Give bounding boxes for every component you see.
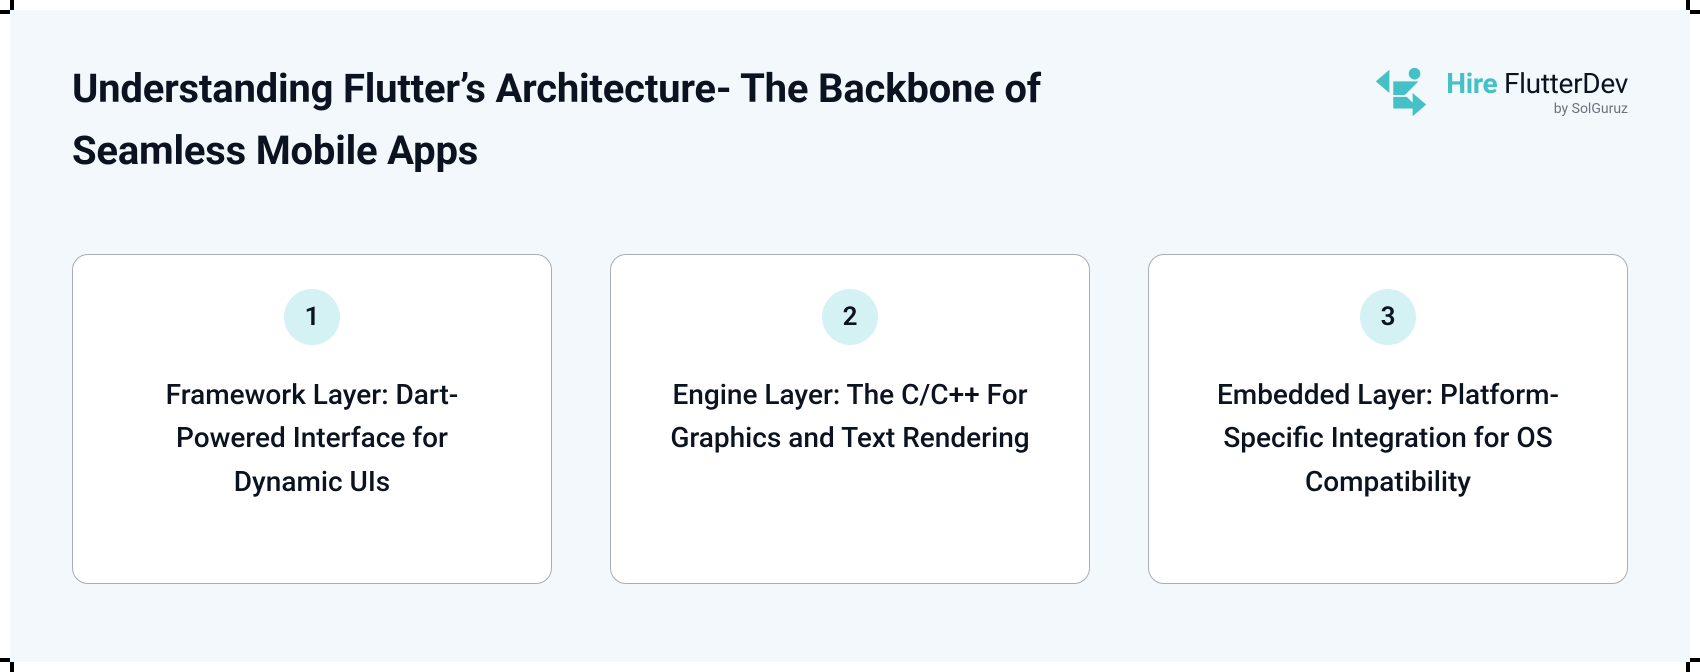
card-number-badge: 1 [284,289,340,345]
brand-byline: by SolGuruz [1554,102,1628,117]
card-3: 3 Embedded Layer: Platform-Specific Inte… [1148,254,1628,584]
card-number-badge: 2 [822,289,878,345]
brand-name-bold: Hire [1446,67,1497,100]
card-1: 1 Framework Layer: Dart-Powered Interfac… [72,254,552,584]
brand-logo: Hire FlutterDev by SolGuruz [1370,58,1628,124]
card-2: 2 Engine Layer: The C/C++ For Graphics a… [610,254,1090,584]
brand-logo-icon [1370,62,1432,124]
card-text: Embedded Layer: Platform-Specific Integr… [1198,373,1578,503]
brand-logo-text: Hire FlutterDev by SolGuruz [1446,69,1628,117]
brand-name-light: FlutterDev [1504,67,1628,100]
cards-row: 1 Framework Layer: Dart-Powered Interfac… [72,254,1628,584]
header-row: Understanding Flutter’s Architecture- Th… [72,58,1628,182]
card-text: Engine Layer: The C/C++ For Graphics and… [660,373,1040,460]
card-number-badge: 3 [1360,289,1416,345]
diagram-canvas: Understanding Flutter’s Architecture- Th… [10,10,1690,662]
page-title: Understanding Flutter’s Architecture- Th… [72,58,1092,182]
card-text: Framework Layer: Dart-Powered Interface … [122,373,502,503]
brand-name: Hire FlutterDev [1446,69,1628,100]
